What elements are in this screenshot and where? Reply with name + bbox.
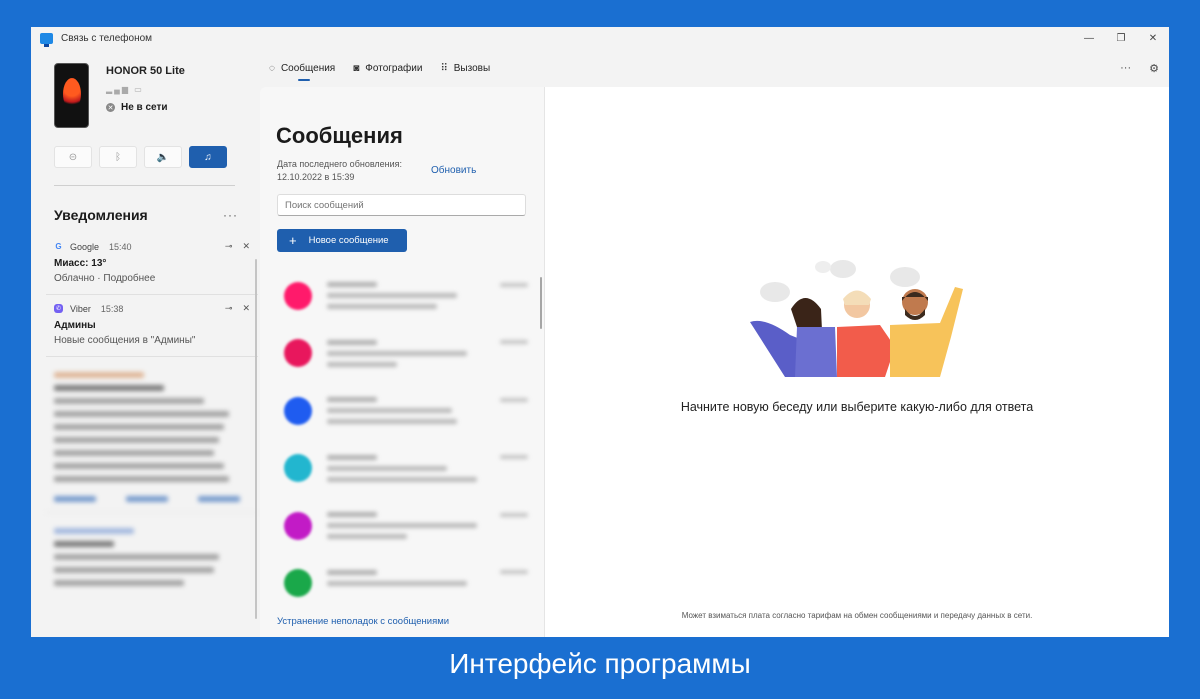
search-input[interactable] [277, 194, 526, 216]
notification-item-blurred[interactable] [46, 513, 258, 596]
viber-icon: ✆ [54, 304, 63, 313]
notification-body: Облачно · Подробнее [54, 273, 156, 284]
volume-icon: 🔈 [156, 151, 170, 163]
tab-calls[interactable]: ⠿ Вызовы [440, 63, 490, 80]
conversation-item[interactable] [277, 555, 532, 613]
conversation-pane: Начните новую беседу или выберите какую-… [545, 87, 1169, 637]
app-window: Связь с телефоном — ❐ ✕ HONOR 50 Lite ▂▄… [31, 27, 1169, 637]
title-bar: Связь с телефоном — ❐ ✕ [31, 27, 1169, 49]
scrollbar[interactable] [255, 259, 257, 619]
google-icon: G [55, 242, 62, 251]
tab-label: Сообщения [280, 63, 336, 74]
maximize-button[interactable]: ❐ [1105, 27, 1137, 49]
dismiss-icon[interactable]: ✕ [242, 303, 250, 314]
offline-icon: ✕ [106, 103, 115, 112]
divider [54, 185, 235, 186]
phone-link-app-icon [40, 32, 53, 47]
notification-app: Google [70, 241, 100, 252]
conversation-item[interactable] [277, 325, 532, 383]
last-update-info: Дата последнего обновления: 12.10.2022 в… [277, 158, 402, 184]
tab-label: Фотографии [365, 63, 423, 74]
chat-icon: ◌ [269, 63, 275, 74]
notification-item-blurred[interactable] [46, 357, 258, 513]
avatar [284, 569, 312, 598]
new-message-button[interactable]: + Новое сообщение [277, 229, 407, 252]
window-controls: — ❐ ✕ [1073, 27, 1169, 49]
signal-battery-icon: ▂▄▆ ▭ [106, 85, 144, 94]
image-caption: Интерфейс программы [449, 648, 751, 679]
minimize-button[interactable]: — [1073, 27, 1105, 49]
notification-heading: Миасс: 13° [54, 258, 107, 269]
conversation-item[interactable] [277, 440, 532, 498]
people-chatting-illustration [750, 260, 963, 377]
close-button[interactable]: ✕ [1137, 27, 1169, 49]
new-message-label: Новое сообщение [308, 235, 389, 246]
phone-card[interactable]: HONOR 50 Lite ▂▄▆ ▭ ✕ Не в сети [54, 63, 185, 128]
quick-actions: ⊝ ᛒ 🔈 ♫ [54, 146, 227, 168]
notifications-header: Уведомления ··· [54, 207, 238, 223]
bluetooth-icon: ᛒ [115, 151, 121, 163]
settings-icon[interactable]: ⚙ [1149, 62, 1159, 75]
notification-item[interactable]: G Google 15:40 ⊸ ✕ Миасс: 13° Облачно · … [46, 233, 258, 295]
window-title: Связь с телефоном [61, 32, 153, 44]
scrollbar[interactable] [540, 277, 542, 329]
avatar [284, 454, 312, 483]
refresh-link[interactable]: Обновить [431, 165, 476, 176]
top-right-actions: ··· ⚙ [1120, 62, 1159, 75]
photo-icon: ◙ [353, 63, 360, 74]
bluetooth-button[interactable]: ᛒ [99, 146, 137, 168]
last-update-date: 12.10.2022 в 15:39 [277, 172, 355, 182]
troubleshoot-link[interactable]: Устранение неполадок с сообщениями [277, 616, 449, 627]
messages-title: Сообщения [276, 123, 403, 148]
plus-icon: + [289, 233, 297, 248]
notification-time: 15:38 [100, 303, 124, 314]
phone-status-label: Не в сети [121, 102, 168, 113]
notification-heading: Админы [54, 320, 96, 331]
empty-state-text: Начните новую беседу или выберите какую-… [680, 400, 1034, 414]
music-icon: ♫ [204, 151, 212, 163]
volume-button[interactable]: 🔈 [144, 146, 182, 168]
pin-icon[interactable]: ⊸ [225, 241, 233, 252]
notification-body: Новые сообщения в "Админы" [54, 335, 196, 346]
notifications-list: G Google 15:40 ⊸ ✕ Миасс: 13° Облачно · … [46, 233, 258, 596]
pin-icon[interactable]: ⊸ [225, 303, 233, 314]
more-icon[interactable]: ··· [1120, 62, 1131, 75]
dismiss-icon[interactable]: ✕ [242, 241, 250, 252]
tab-photos[interactable]: ◙ Фотографии [353, 63, 422, 80]
conversation-list [277, 267, 532, 612]
tab-label: Вызовы [453, 63, 491, 74]
notifications-title: Уведомления [54, 207, 148, 223]
notification-app: Viber [70, 303, 91, 314]
notification-time: 15:40 [109, 241, 132, 252]
last-update-label: Дата последнего обновления: [277, 159, 403, 169]
music-button[interactable]: ♫ [189, 146, 227, 168]
avatar [284, 281, 312, 310]
left-pane: HONOR 50 Lite ▂▄▆ ▭ ✕ Не в сети ⊝ ᛒ 🔈 ♫ … [31, 49, 259, 637]
do-not-disturb-button[interactable]: ⊝ [54, 146, 92, 168]
conversation-item[interactable] [277, 382, 532, 440]
messages-pane: Сообщения Дата последнего обновления: 12… [260, 87, 545, 637]
more-options-icon[interactable]: ··· [223, 208, 238, 222]
avatar [284, 396, 312, 425]
conversation-item[interactable] [277, 267, 532, 325]
dialpad-icon: ⠿ [440, 63, 448, 74]
avatar [284, 339, 312, 368]
phone-status: ✕ Не в сети [106, 102, 185, 113]
tab-messages[interactable]: ◌ Сообщения [269, 63, 336, 81]
phone-image [54, 63, 89, 128]
do-not-disturb-icon: ⊝ [68, 151, 78, 163]
phone-name: HONOR 50 Lite [106, 65, 185, 77]
charges-footnote: Может взиматься плата согласно тарифам н… [681, 611, 1033, 620]
notification-item[interactable]: ✆ Viber 15:38 ⊸ ✕ Админы Новые сообщения… [46, 295, 258, 357]
avatar [284, 511, 312, 540]
conversation-item[interactable] [277, 497, 532, 555]
tab-bar: ◌ Сообщения ◙ Фотографии ⠿ Вызовы [269, 63, 490, 81]
